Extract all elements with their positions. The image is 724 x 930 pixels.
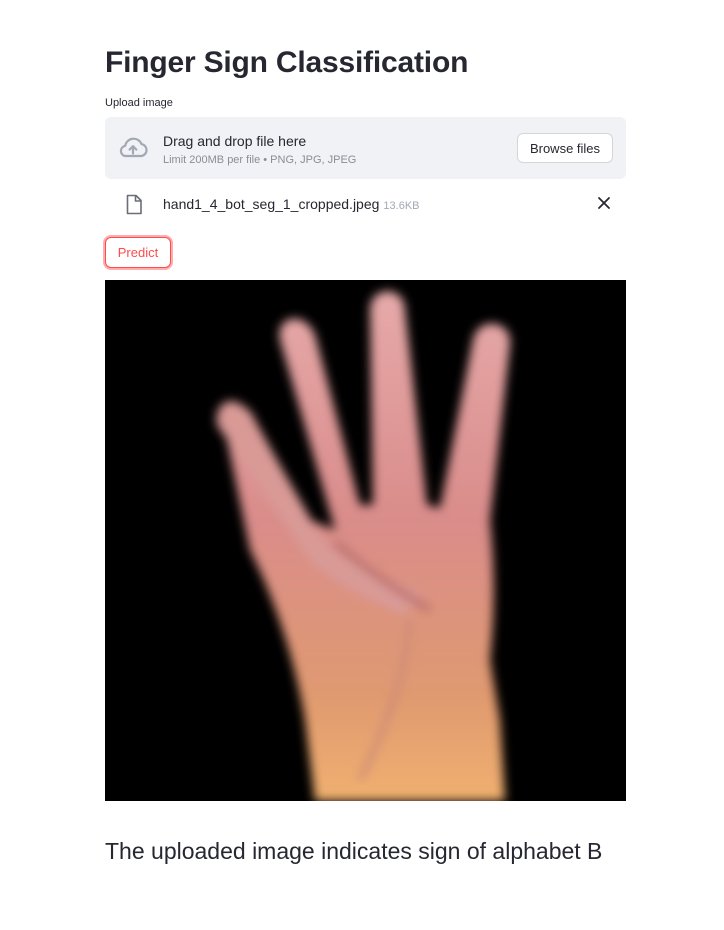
file-size: 13.6KB <box>383 200 420 212</box>
uploaded-file-row: hand1_4_bot_seg_1_cropped.jpeg 13.6KB <box>105 190 626 218</box>
close-icon[interactable] <box>597 196 611 210</box>
cloud-upload-icon <box>117 136 149 160</box>
predict-button[interactable]: Predict <box>105 237 171 268</box>
uploaded-hand-image <box>105 280 626 801</box>
upload-label: Upload image <box>105 97 173 109</box>
file-icon <box>125 194 143 215</box>
file-dropzone[interactable]: Drag and drop file here Limit 200MB per … <box>105 117 626 179</box>
page-title: Finger Sign Classification <box>105 46 469 79</box>
uploaded-file-name: hand1_4_bot_seg_1_cropped.jpeg 13.6KB <box>163 195 420 215</box>
dropzone-file-limit: Limit 200MB per file • PNG, JPG, JPEG <box>163 154 357 166</box>
dropzone-instructions: Drag and drop file here <box>163 133 307 149</box>
file-name-text: hand1_4_bot_seg_1_cropped.jpeg <box>163 196 380 212</box>
prediction-result: The uploaded image indicates sign of alp… <box>105 838 603 864</box>
browse-files-button[interactable]: Browse files <box>517 133 613 163</box>
